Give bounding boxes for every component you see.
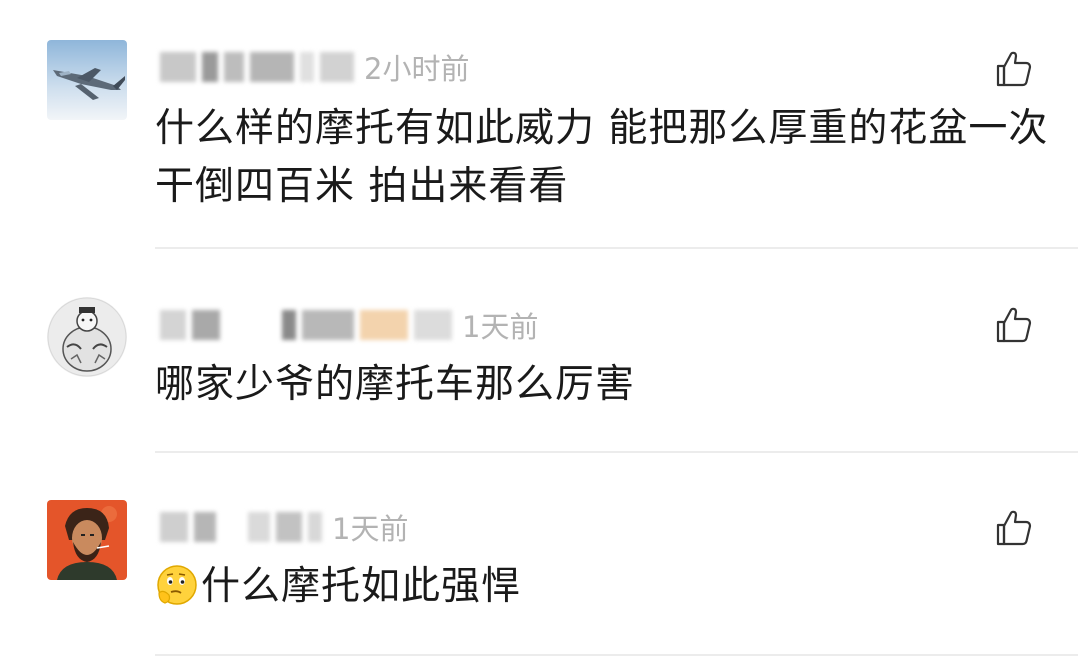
comment-text: 什么摩托如此强悍: [155, 558, 1055, 616]
comment-time: 1天前: [462, 310, 539, 344]
username-redacted-part: [302, 310, 354, 340]
comment-meta: 1天前: [160, 305, 538, 345]
username-redacted-part: [202, 52, 218, 82]
sketch-character-avatar-image: [47, 297, 127, 377]
username-redacted-part: [308, 512, 322, 542]
comment-time: 2小时前: [364, 52, 470, 86]
comment-time: 1天前: [332, 512, 409, 546]
like-button[interactable]: [994, 508, 1034, 548]
comment-text: 哪家少爷的摩托车那么厉害: [155, 362, 636, 407]
username-redacted-part: [248, 512, 270, 542]
like-button[interactable]: [994, 49, 1034, 89]
user-avatar[interactable]: [47, 500, 127, 580]
username-redacted[interactable]: [160, 52, 196, 82]
thumbs-up-icon: [996, 307, 1032, 343]
username-redacted-part: [360, 310, 408, 340]
like-button[interactable]: [994, 305, 1034, 345]
username-redacted-part: [192, 310, 220, 340]
username-redacted-part: [250, 52, 294, 82]
thumbs-up-icon: [996, 510, 1032, 546]
comment-text-content: 什么摩托如此强悍: [201, 564, 522, 609]
username-redacted-part: [222, 512, 242, 542]
username-redacted-part: [224, 52, 244, 82]
comment-text: 什么样的摩托有如此威力 能把那么厚重的花盆一次干倒四百米 拍出来看看: [155, 106, 1049, 209]
thumbs-up-icon: [996, 51, 1032, 87]
username-redacted[interactable]: [160, 310, 186, 340]
user-avatar[interactable]: [47, 40, 127, 120]
divider: [155, 451, 1078, 453]
username-redacted-part: [194, 512, 216, 542]
username-redacted-part: [276, 512, 302, 542]
username-redacted-part: [226, 310, 276, 340]
comment-meta: 2小时前: [160, 47, 469, 87]
username-redacted-part: [414, 310, 452, 340]
fighter-jet-avatar-image: [47, 40, 127, 120]
user-avatar[interactable]: [47, 297, 127, 377]
bearded-man-avatar-image: [47, 500, 127, 580]
thinking-face-emoji-icon: [155, 563, 199, 607]
comment-meta: 1天前: [160, 507, 408, 547]
username-redacted-part: [300, 52, 314, 82]
username-redacted[interactable]: [160, 512, 188, 542]
username-redacted-part: [282, 310, 296, 340]
divider: [155, 247, 1078, 249]
username-redacted-part: [320, 52, 354, 82]
